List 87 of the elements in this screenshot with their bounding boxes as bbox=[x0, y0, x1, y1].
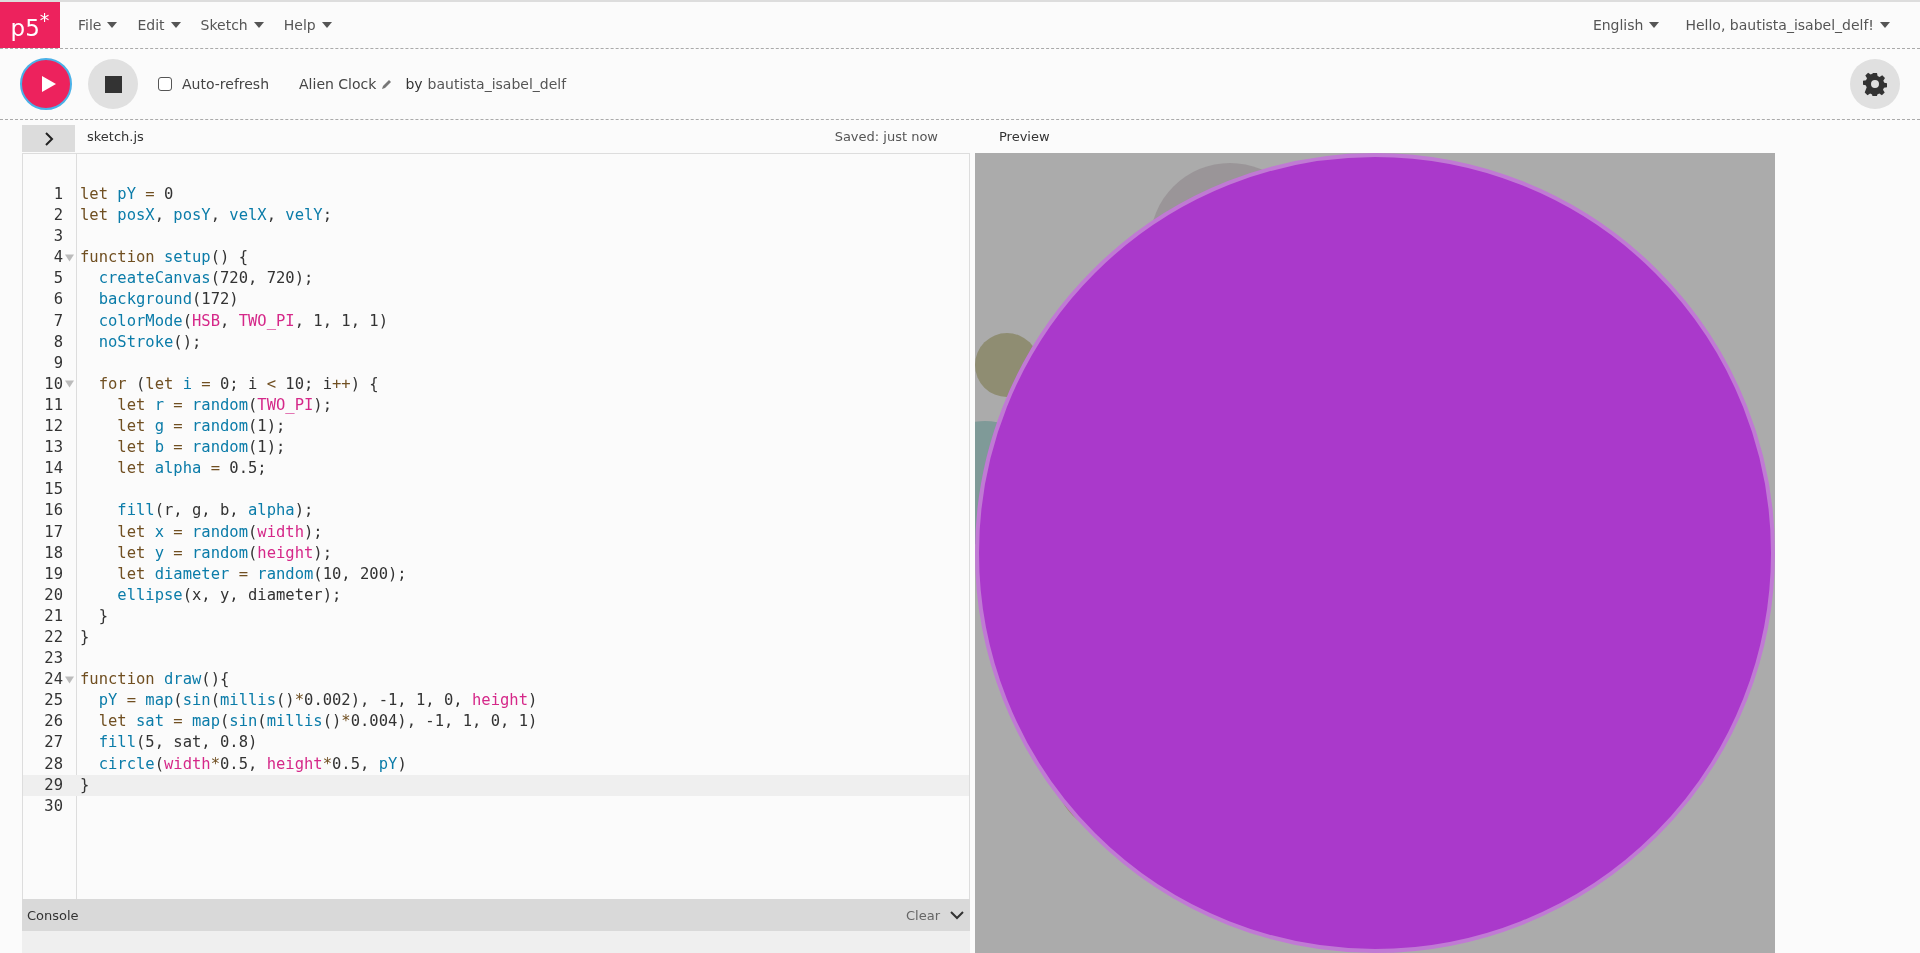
line-number: 17 bbox=[43, 521, 63, 543]
line-number: 16 bbox=[43, 500, 63, 522]
caret-icon bbox=[107, 22, 118, 28]
code-line: let posX, posY, velX, velY; bbox=[80, 205, 332, 227]
language-menu[interactable]: English bbox=[1582, 17, 1670, 33]
expand-sidebar-button[interactable] bbox=[22, 125, 75, 152]
stop-icon bbox=[104, 75, 122, 93]
line-number: 29 bbox=[43, 774, 63, 796]
code-line: let x = random(width); bbox=[116, 521, 323, 543]
line-number: 28 bbox=[43, 753, 63, 775]
author-link[interactable]: bautista_isabel_delf bbox=[427, 76, 567, 92]
line-number: 15 bbox=[43, 479, 63, 501]
line-number: 26 bbox=[43, 711, 63, 733]
line-number: 9 bbox=[52, 352, 63, 374]
line-number: 23 bbox=[43, 648, 63, 670]
line-number: 25 bbox=[43, 690, 63, 712]
line-number: 4 bbox=[52, 247, 63, 269]
user-menu[interactable]: Hello, bautista_isabel_delf! bbox=[1675, 17, 1900, 33]
code-line: background(172) bbox=[97, 289, 239, 311]
line-number: 20 bbox=[43, 584, 63, 606]
line-number: 11 bbox=[43, 394, 63, 416]
caret-icon bbox=[1880, 22, 1890, 28]
chevron-right-icon bbox=[43, 131, 54, 146]
code-line: for (let i = 0; i < 10; i++) { bbox=[97, 373, 379, 395]
line-number: 22 bbox=[43, 626, 63, 648]
line-number: 24 bbox=[43, 669, 63, 691]
line-number: 14 bbox=[43, 458, 63, 480]
line-number: 27 bbox=[43, 732, 63, 754]
menu-item[interactable]: Sketch bbox=[190, 17, 274, 33]
clear-button[interactable]: Clear bbox=[900, 906, 946, 924]
auto-refresh-label: Auto-refresh bbox=[182, 76, 270, 92]
code-line: function draw(){ bbox=[80, 669, 230, 691]
file-name: sketch.js bbox=[87, 129, 144, 144]
line-number: 19 bbox=[43, 563, 63, 585]
menu-item[interactable]: File bbox=[68, 17, 128, 33]
console-title: Console bbox=[27, 907, 79, 923]
code-line: let g = random(1); bbox=[116, 416, 286, 438]
line-number: 8 bbox=[52, 331, 63, 353]
caret-icon bbox=[253, 22, 264, 28]
saved-status: Saved: just now bbox=[834, 129, 938, 144]
stop-button[interactable] bbox=[88, 59, 138, 109]
code-line: let diameter = random(10, 200); bbox=[116, 563, 407, 585]
caret-icon bbox=[170, 22, 181, 28]
code-line: ellipse(x, y, diameter); bbox=[116, 584, 342, 606]
logo[interactable]: p5$^{*}$ bbox=[0, 2, 60, 48]
pencil-icon[interactable] bbox=[381, 78, 394, 90]
by-label: by bbox=[405, 76, 423, 92]
settings-button[interactable] bbox=[1850, 59, 1900, 109]
menu-item[interactable]: Edit bbox=[127, 17, 191, 33]
checkbox[interactable] bbox=[158, 77, 172, 91]
code-line: noStroke(); bbox=[97, 331, 202, 353]
line-number: 7 bbox=[52, 310, 63, 332]
line-number: 21 bbox=[43, 605, 63, 627]
line-number: 5 bbox=[52, 268, 63, 290]
line-number: 10 bbox=[43, 373, 63, 395]
code-line: function setup() { bbox=[80, 247, 248, 269]
caret-icon bbox=[321, 22, 332, 28]
code-line: pY = map(sin(millis()*0.002), -1, 1, 0, height) bbox=[97, 690, 538, 712]
line-number: 3 bbox=[52, 226, 63, 248]
code-line: fill(r, g, b, alpha); bbox=[116, 500, 314, 522]
code-line: let sat = map(sin(millis()*0.004), -1, 1, 0, 1) bbox=[97, 711, 538, 733]
code-line: colorMode(HSB, TWO_PI, 1, 1, 1) bbox=[97, 310, 388, 332]
code-line: } bbox=[97, 605, 108, 627]
line-number: 13 bbox=[43, 437, 63, 459]
code-line: let alpha = 0.5; bbox=[116, 458, 267, 480]
code-line: } bbox=[80, 626, 90, 648]
line-number: 12 bbox=[43, 416, 63, 438]
code-line: let b = random(1); bbox=[116, 437, 286, 459]
line-number: 30 bbox=[43, 795, 63, 817]
line-number: 2 bbox=[52, 205, 63, 227]
code-line: let pY = 0 bbox=[80, 184, 174, 205]
caret-icon bbox=[1649, 22, 1660, 28]
preview-title: Preview bbox=[999, 129, 1050, 144]
menu-item[interactable]: Help bbox=[273, 17, 342, 33]
code-line: circle(width*0.5, height*0.5, pY) bbox=[97, 753, 407, 775]
code-line: } bbox=[80, 774, 90, 796]
code-line: createCanvas(720, 720); bbox=[97, 268, 314, 290]
line-number: 6 bbox=[52, 289, 63, 311]
code-line: let r = random(TWO_PI); bbox=[116, 394, 332, 416]
chevron-down-icon[interactable] bbox=[950, 910, 964, 920]
play-button[interactable] bbox=[20, 58, 72, 110]
line-number: 18 bbox=[43, 542, 63, 564]
code-line: let y = random(height); bbox=[116, 542, 332, 564]
settings-icon bbox=[1863, 72, 1887, 96]
code-line: fill(5, sat, 0.8) bbox=[97, 732, 258, 754]
line-number: 1 bbox=[52, 184, 63, 205]
sketch-name[interactable]: Alien Clock bbox=[299, 76, 377, 92]
